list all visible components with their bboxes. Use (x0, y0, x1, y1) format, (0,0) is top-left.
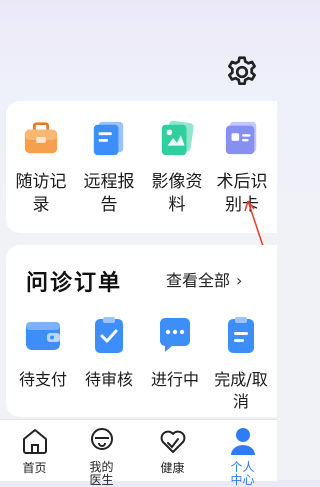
tab-personal-center[interactable]: 个人中心 (208, 420, 277, 487)
service-label: 影像资料 (151, 172, 203, 215)
order-status-label: 进行中 (150, 370, 199, 389)
home-icon (22, 429, 47, 454)
gear-icon[interactable] (224, 54, 260, 90)
service-followup-records[interactable]: 随访记录 (8, 119, 74, 217)
order-in-progress[interactable]: 进行中 (142, 315, 208, 391)
view-all-label: 查看全部 (166, 271, 231, 290)
services-card: 随访记录 远程报告 影像资料 术后识别卡 (6, 101, 277, 233)
bottom-tab-bar: 首页 我的医生 健康 个人中心 (0, 419, 277, 487)
service-label: 随访记录 (15, 172, 67, 215)
report-icon (93, 121, 124, 156)
wallet-icon (26, 322, 60, 350)
briefcase-icon (24, 122, 58, 154)
order-pending-review[interactable]: 待审核 (76, 315, 142, 391)
tab-label: 个人中心 (230, 460, 255, 487)
service-image-data[interactable]: 影像资料 (144, 119, 210, 217)
service-label: 远程报告 (83, 172, 135, 215)
tab-health[interactable]: 健康 (138, 420, 207, 481)
heart-icon (160, 430, 185, 453)
order-done-cancelled[interactable]: 完成/取消 (208, 315, 274, 413)
tab-my-doctor[interactable]: 我的医生 (67, 420, 136, 487)
doctor-icon (90, 428, 113, 450)
user-icon (230, 428, 255, 455)
image-data-icon (161, 120, 194, 156)
chat-dots-icon (160, 318, 190, 352)
id-card-icon (225, 121, 257, 155)
tab-label: 我的医生 (89, 460, 114, 487)
order-pending-payment[interactable]: 待支付 (10, 315, 76, 391)
order-status-label: 待审核 (84, 370, 133, 389)
check-clipboard-icon (95, 317, 123, 353)
consultation-orders-card: 问诊订单 查看全部 › 待支付 待审核 进行中 完成/取消 (6, 245, 277, 417)
tab-label: 健康 (160, 461, 185, 475)
section-title: 问诊订单 (26, 271, 123, 296)
chevron-right-icon: › (236, 271, 243, 290)
service-remote-report[interactable]: 远程报告 (76, 119, 142, 217)
tab-home[interactable]: 首页 (0, 420, 69, 481)
tab-label: 首页 (22, 461, 47, 475)
view-all-link[interactable]: 查看全部 › (166, 267, 242, 291)
done-cancel-icon (228, 317, 254, 353)
order-status-label: 完成/取消 (214, 370, 268, 411)
order-status-label: 待支付 (18, 370, 67, 389)
